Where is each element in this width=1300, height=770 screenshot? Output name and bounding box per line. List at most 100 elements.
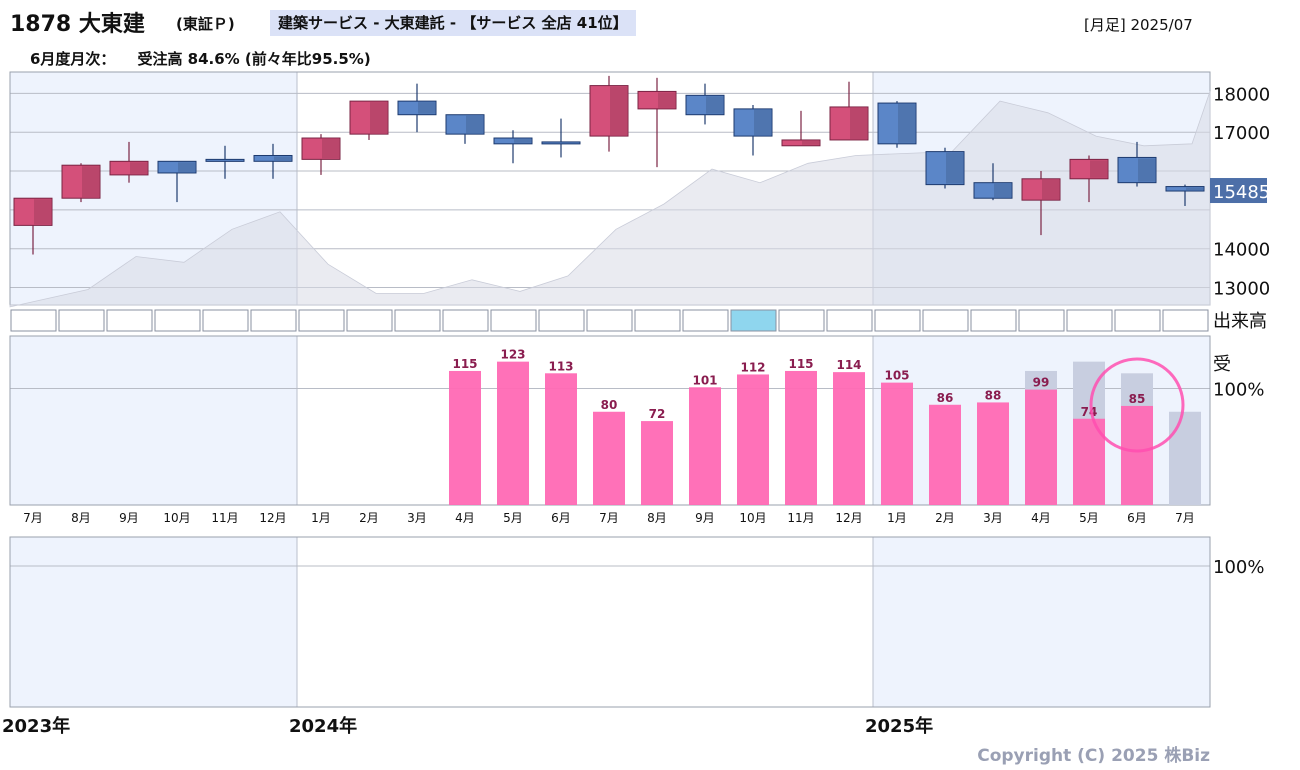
volume-cell [490,309,537,332]
order-value-label: 86 [937,391,954,405]
volume-cell [826,309,873,332]
candle-shade [370,102,387,134]
candle-shade [658,92,675,108]
empty-ref-label: 100% [1213,557,1264,578]
year-shade [10,537,297,707]
price-tick-label: 17000 [1213,123,1270,144]
order-bar [977,402,1009,505]
volume-label: 出来高 [1213,311,1267,332]
month-label: 3月 [983,511,1003,525]
volume-cell [1114,309,1161,332]
order-bar [881,382,913,505]
order-value-label: 115 [788,357,813,371]
month-label: 10月 [739,511,766,525]
order-value-label: 115 [452,357,477,371]
order-bar [1025,389,1057,505]
order-label-prefix: 受 [1213,354,1231,375]
candle [925,147,965,189]
candle [877,101,917,148]
order-bar [545,373,577,505]
month-label: 10月 [163,511,190,525]
volume-cell [58,309,105,332]
candle-shade [802,140,819,145]
month-label: 4月 [1031,511,1051,525]
candle-body [541,141,581,145]
candle-shade [322,139,339,159]
month-label: 1月 [311,511,331,525]
order-value-label: 112 [740,360,765,374]
month-label: 5月 [503,511,523,525]
order-bar [641,421,673,505]
candle-shade [274,156,291,161]
month-label: 11月 [787,511,814,525]
candle-shade [514,139,531,143]
volume-cell [346,309,393,332]
order-value-label: 105 [884,369,909,383]
order-bar [737,374,769,505]
candle-shade [130,162,147,174]
volume-cell [1162,309,1209,332]
price-tick-label: 13000 [1213,279,1270,300]
month-label: 6月 [551,511,571,525]
volume-cell [970,309,1017,332]
candle-shade [994,183,1011,198]
month-label: 2月 [935,511,955,525]
last-price-label: 15485 [1213,182,1270,203]
month-label: 6月 [1127,511,1147,525]
volume-cell [10,309,57,332]
volume-cell [298,309,345,332]
order-value-label: 85 [1129,392,1146,406]
month-label: 7月 [23,511,43,525]
volume-cell [442,309,489,332]
month-label: 3月 [407,511,427,525]
month-label: 2月 [359,511,379,525]
month-label: 7月 [1175,511,1195,525]
candle-shade [754,109,771,136]
stock-chart: 115 123 113 80 72 101 112 115 114 105 86 88 99 74 85 1… [2,71,1270,766]
year-label: 2024年 [289,715,357,737]
month-label: 12月 [835,511,862,525]
order-bar [785,370,817,505]
volume-cell [634,309,681,332]
month-label: 8月 [647,511,667,525]
candle-shade [418,102,435,114]
candle-shade [82,166,99,198]
order-value-label: 123 [500,348,525,362]
candle [61,163,101,203]
order-value-label: 74 [1081,405,1098,419]
volume-cell [730,309,777,332]
price-tick-label: 18000 [1213,84,1270,105]
month-label: 11月 [211,511,238,525]
volume-cell [874,309,921,332]
volume-cell [586,309,633,332]
candle-shade [34,199,51,225]
volume-cell [538,309,585,332]
candle-shade [178,162,195,172]
volume-cell [1018,309,1065,332]
order-value-label: 80 [601,398,618,412]
candle-shade [946,152,963,184]
candle-shade [466,115,483,134]
candle-shade [1138,158,1155,182]
candle-shade [898,104,915,143]
year-label: 2025年 [865,715,933,737]
price-tick-label: 14000 [1213,240,1270,261]
order-value-label: 99 [1033,376,1050,390]
candle [349,100,389,140]
order-ref-label: 100% [1213,379,1264,400]
volume-cell [154,309,201,332]
candle-shade [1090,160,1107,178]
year-label: 2023年 [2,715,70,737]
copyright-text: Copyright (C) 2025 株Biz [977,745,1210,766]
volume-cell [1066,309,1113,332]
order-bar [1121,405,1153,505]
order-bar [497,361,529,505]
volume-cell [394,309,441,332]
order-bar [689,387,721,505]
year-shade [10,336,297,505]
order-value-label: 101 [692,373,717,387]
month-label: 1月 [887,511,907,525]
volume-cell [250,309,297,332]
order-bar [833,372,865,505]
candle-body [205,158,245,162]
